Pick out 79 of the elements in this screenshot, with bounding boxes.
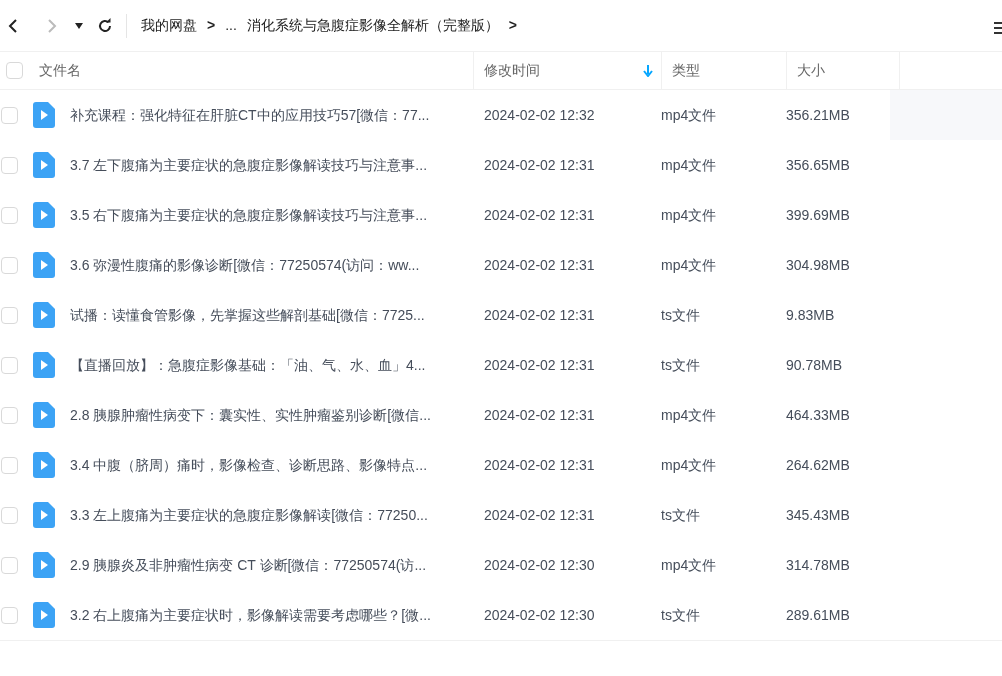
file-name[interactable]: 3.2 右上腹痛为主要症状时，影像解读需要考虑哪些？[微... [70,604,474,626]
row-checkbox[interactable] [1,456,18,474]
video-file-icon [33,552,55,578]
breadcrumb-link[interactable]: 消化系统与急腹症影像全解析（完整版） [246,15,499,36]
row-checkbox[interactable] [1,556,18,574]
breadcrumb-separator: > [508,16,518,35]
file-size: 464.33MB [786,405,851,425]
file-type: mp4文件 [661,255,718,275]
file-name[interactable]: 3.7 左下腹痛为主要症状的急腹症影像解读技巧与注意事... [70,154,474,176]
video-file-icon [33,452,55,478]
breadcrumb-link[interactable]: ... [225,15,237,36]
row-checkbox[interactable] [1,156,18,174]
row-checkbox[interactable] [1,606,18,624]
file-size: 304.98MB [786,255,851,275]
file-name[interactable]: 【直播回放】：急腹症影像基础：「油、气、水、血」4... [70,354,474,376]
file-size: 356.65MB [786,155,851,175]
modified-time: 2024-02-02 12:31 [483,455,596,475]
file-size: 9.83MB [786,305,836,325]
file-name[interactable]: 补充课程：强化特征在肝脏CT中的应用技巧57[微信：77... [70,104,474,126]
video-file-icon [33,202,55,228]
modified-time: 2024-02-02 12:31 [483,255,596,275]
modified-time: 2024-02-02 12:30 [483,555,596,575]
file-name[interactable]: 3.5 右下腹痛为主要症状的急腹症影像解读技巧与注意事... [70,204,474,226]
file-type: mp4文件 [661,555,718,575]
file-type: mp4文件 [661,105,718,125]
refresh-icon [97,17,113,34]
video-file-icon [33,602,55,628]
file-size: 314.78MB [786,555,851,575]
modified-time: 2024-02-02 12:31 [483,505,596,525]
file-type: mp4文件 [661,455,718,475]
file-type: mp4文件 [661,155,718,175]
row-checkbox[interactable] [1,306,18,324]
file-name[interactable]: 2.9 胰腺炎及非肿瘤性病变 CT 诊断[微信：77250574(访... [70,554,474,576]
video-file-icon [33,152,55,178]
modified-time: 2024-02-02 12:30 [483,605,596,625]
modified-time: 2024-02-02 12:31 [483,405,596,425]
row-checkbox[interactable] [1,506,18,524]
sort-descending-icon [643,64,653,77]
modified-time: 2024-02-02 12:32 [483,105,596,125]
row-checkbox[interactable] [1,256,18,274]
row-checkbox[interactable] [1,206,18,224]
file-size: 356.21MB [786,105,851,125]
column-header[interactable]: 文件名 [33,52,474,89]
modified-time: 2024-02-02 12:31 [483,305,596,325]
file-size: 264.62MB [786,455,851,475]
file-name[interactable]: 3.3 左上腹痛为主要症状的急腹症影像解读[微信：77250... [70,504,474,526]
row-checkbox[interactable] [1,356,18,374]
select-all-checkbox[interactable] [6,62,23,79]
column-header[interactable]: 大小 [787,52,900,89]
video-file-icon [33,302,55,328]
video-file-icon [33,252,55,278]
file-type: ts文件 [661,355,701,375]
file-name[interactable]: 3.4 中腹（脐周）痛时，影像检查、诊断思路、影像特点... [70,454,474,476]
file-type: ts文件 [661,305,701,325]
video-file-icon [33,352,55,378]
file-name[interactable]: 试播：读懂食管影像，先掌握这些解剖基础[微信：7725... [70,304,474,326]
breadcrumb-separator: > [207,16,216,35]
file-type: ts文件 [661,605,701,625]
file-type: ts文件 [661,505,701,525]
row-checkbox[interactable] [1,406,18,424]
column-header[interactable]: 修改时间 [474,52,662,89]
file-size: 90.78MB [786,355,844,375]
caret-down-icon [75,22,83,29]
breadcrumb-link[interactable]: 我的网盘 [141,15,197,36]
file-name[interactable]: 3.6 弥漫性腹痛的影像诊断[微信：77250574(访问：ww... [70,254,474,276]
modified-time: 2024-02-02 12:31 [483,155,596,175]
file-size: 289.61MB [786,605,851,625]
file-type: mp4文件 [661,205,718,225]
file-type: mp4文件 [661,405,718,425]
file-name[interactable]: 2.8 胰腺肿瘤性病变下：囊实性、实性肿瘤鉴别诊断[微信... [70,404,474,426]
row-checkbox[interactable] [1,106,18,124]
file-size: 399.69MB [786,205,851,225]
modified-time: 2024-02-02 12:31 [483,355,596,375]
modified-time: 2024-02-02 12:31 [483,205,596,225]
video-file-icon [33,502,55,528]
video-file-icon [33,402,55,428]
column-header[interactable]: 类型 [662,52,787,89]
file-size: 345.43MB [786,505,851,525]
video-file-icon [33,102,55,128]
